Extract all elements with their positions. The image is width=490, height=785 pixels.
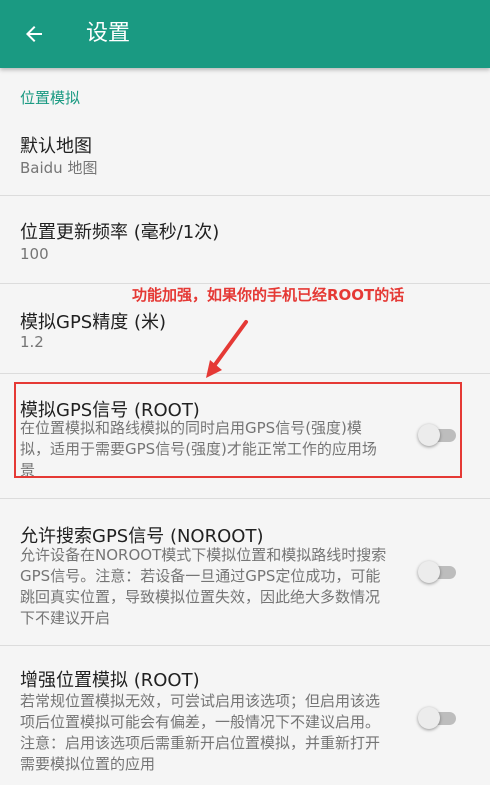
setting-summary: 若常规位置模拟无效，可尝试启用该选项；但启用该选项后位置模拟可能会有偏差，一般情… [20,692,381,773]
setting-title: 模拟GPS精度 (米) [20,312,166,333]
highlight-box [14,382,462,478]
switch-thumb [418,707,440,729]
app-bar: 设置 [0,0,490,68]
setting-summary: 允许设备在NOROOT模式下模拟位置和模拟路线时搜索GPS信号。注意：若设备一旦… [20,546,387,627]
setting-update-frequency[interactable]: 位置更新频率 (毫秒/1次) 100 [0,196,490,284]
enhanced-simulation-switch[interactable] [418,707,458,729]
gps-search-switch[interactable] [418,561,458,583]
setting-summary: Baidu 地图 [20,159,98,177]
page-title: 设置 [86,21,131,46]
setting-summary: 1.2 [20,333,44,351]
setting-title: 默认地图 [20,136,92,157]
setting-default-map[interactable]: 默认地图 Baidu 地图 [0,115,490,201]
setting-summary: 100 [20,245,49,263]
back-button[interactable] [14,14,54,54]
annotation-text: 功能加强，如果你的手机已经ROOT的话 [132,286,405,304]
setting-enhanced-simulation[interactable]: 增强位置模拟 (ROOT) 若常规位置模拟无效，可尝试启用该选项；但启用该选项后… [0,646,490,785]
setting-allow-gps-search[interactable]: 允许搜索GPS信号 (NOROOT) 允许设备在NOROOT模式下模拟位置和模拟… [0,499,490,645]
arrow-icon [206,320,248,378]
setting-title: 增强位置模拟 (ROOT) [20,670,200,691]
arrow-left-icon [26,26,42,42]
section-header: 位置模拟 [20,89,81,107]
switch-thumb [418,561,440,583]
setting-title: 位置更新频率 (毫秒/1次) [20,222,220,243]
